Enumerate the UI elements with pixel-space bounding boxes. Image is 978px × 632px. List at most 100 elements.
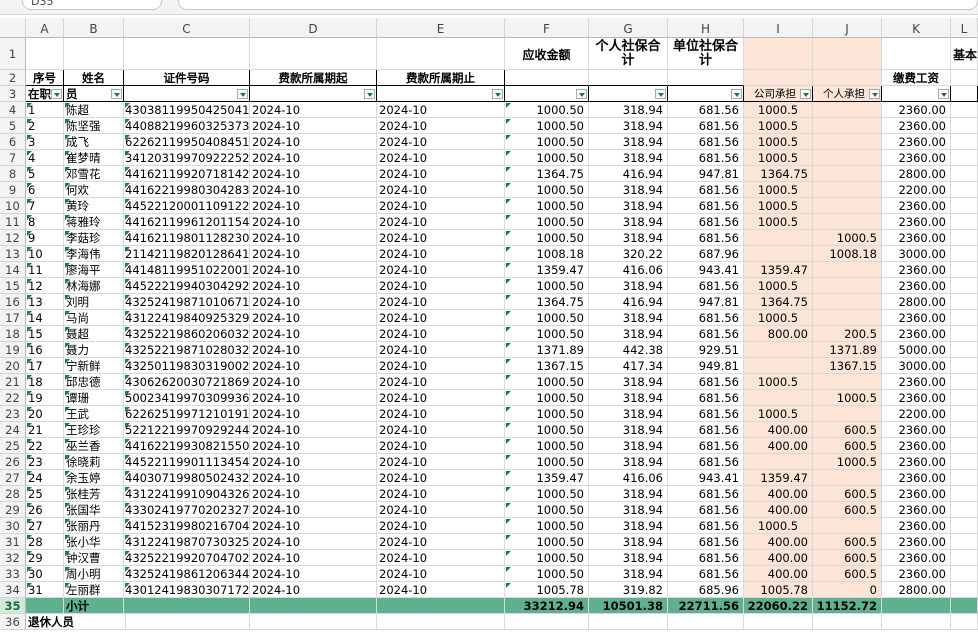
filter-dropdown-button[interactable] [51,89,62,99]
due-cell[interactable]: 1000.50 [505,502,589,518]
cell[interactable] [951,262,978,278]
company-cell[interactable]: 681.56 [668,118,744,134]
id-cell[interactable]: 500234199703099363 [124,390,250,406]
personal-cell[interactable]: 318.94 [589,150,668,166]
wage-cell[interactable]: 2360.00 [882,150,951,166]
name-cell[interactable]: 刘明 [64,294,124,310]
start-period-cell[interactable]: 2024-10 [250,470,377,486]
cell[interactable] [951,134,978,150]
cell[interactable] [744,614,813,630]
company-cell[interactable]: 685.96 [668,582,744,598]
company-cell[interactable]: 681.56 [668,566,744,582]
personal-cell[interactable]: 318.94 [589,134,668,150]
end-period-cell[interactable]: 2024-10 [377,166,505,182]
company-cell[interactable]: 681.56 [668,134,744,150]
name-cell[interactable]: 成飞 [64,134,124,150]
row-header[interactable]: 28 [0,486,26,502]
id-cell[interactable]: 440882199603253738 [124,118,250,134]
start-period-cell[interactable]: 2024-10 [250,518,377,534]
cell[interactable] [250,614,377,630]
header-cell[interactable] [951,70,978,86]
cell[interactable] [951,102,978,118]
personal-cell[interactable]: 320.22 [589,246,668,262]
personal-cell[interactable]: 318.94 [589,390,668,406]
company-cell[interactable]: 681.56 [668,534,744,550]
personal-share-cell[interactable]: 600.5 [813,502,882,518]
start-period-cell[interactable]: 2024-10 [250,454,377,470]
cell[interactable] [951,486,978,502]
id-cell[interactable]: 430124198303071723 [124,582,250,598]
id-cell[interactable]: 430626200307218690X [124,374,250,390]
personal-cell[interactable]: 318.94 [589,438,668,454]
personal-cell[interactable]: 318.94 [589,278,668,294]
wage-cell[interactable]: 2360.00 [882,278,951,294]
wage-cell[interactable]: 2360.00 [882,518,951,534]
due-cell[interactable]: 1000.50 [505,182,589,198]
company-share-cell[interactable]: 1364.75 [744,166,813,182]
company-share-cell[interactable]: 1359.47 [744,470,813,486]
id-cell[interactable]: 441621199207181426 [124,166,250,182]
due-cell[interactable]: 1000.50 [505,214,589,230]
company-share-cell[interactable] [744,358,813,374]
personal-share-cell[interactable]: 600.5 [813,550,882,566]
personal-share-cell[interactable]: 1367.15 [813,358,882,374]
personal-share-cell[interactable]: 1371.89 [813,342,882,358]
row-header[interactable]: 9 [0,182,26,198]
name-cell[interactable]: 何欢 [64,182,124,198]
column-header-h[interactable]: H [668,18,744,38]
cell[interactable] [813,614,882,630]
due-cell[interactable]: 1000.50 [505,566,589,582]
end-period-cell[interactable]: 2024-10 [377,134,505,150]
id-cell[interactable]: 433024197702023270 [124,502,250,518]
start-period-cell[interactable]: 2024-10 [250,294,377,310]
cell[interactable] [951,342,978,358]
start-period-cell[interactable]: 2024-10 [250,342,377,358]
row-header[interactable]: 24 [0,422,26,438]
end-period-cell[interactable]: 2024-10 [377,326,505,342]
company-cell[interactable]: 681.56 [668,406,744,422]
start-period-cell[interactable]: 2024-10 [250,438,377,454]
name-box[interactable]: D35 [22,0,162,10]
row-header[interactable]: 33 [0,566,26,582]
name-cell[interactable]: 邱忠德 [64,374,124,390]
row-header[interactable]: 11 [0,214,26,230]
end-period-cell[interactable]: 2024-10 [377,278,505,294]
due-cell[interactable]: 1000.50 [505,134,589,150]
end-period-cell[interactable]: 2024-10 [377,566,505,582]
cell[interactable] [951,278,978,294]
personal-cell[interactable]: 318.94 [589,310,668,326]
personal-cell[interactable]: 318.94 [589,550,668,566]
due-cell[interactable]: 1000.50 [505,118,589,134]
due-cell[interactable]: 1000.50 [505,102,589,118]
start-period-cell[interactable]: 2024-10 [250,214,377,230]
personal-share-cell[interactable]: 600.5 [813,486,882,502]
company-share-cell[interactable] [744,230,813,246]
cell[interactable] [951,502,978,518]
cell[interactable] [951,406,978,422]
company-share-cell[interactable]: 1000.5 [744,406,813,422]
personal-cell[interactable]: 318.94 [589,454,668,470]
company-share-cell[interactable] [744,246,813,262]
cell[interactable] [951,294,978,310]
cell[interactable] [951,230,978,246]
cell[interactable] [951,310,978,326]
cell[interactable] [951,198,978,214]
header-seq[interactable]: 序号 [26,70,64,86]
name-cell[interactable]: 王珍珍 [64,422,124,438]
end-period-cell[interactable]: 2024-10 [377,198,505,214]
total-cell[interactable] [124,598,250,614]
wage-cell[interactable]: 2360.00 [882,214,951,230]
wage-cell[interactable]: 2800.00 [882,582,951,598]
wage-cell[interactable]: 2800.00 [882,166,951,182]
wage-cell[interactable]: 2360.00 [882,134,951,150]
name-cell[interactable]: 李菇珍 [64,230,124,246]
row-header[interactable]: 20 [0,358,26,374]
due-cell[interactable]: 1364.75 [505,166,589,182]
personal-cell[interactable]: 417.34 [589,358,668,374]
cell[interactable] [951,518,978,534]
due-cell[interactable]: 1000.50 [505,422,589,438]
header-company[interactable]: 单位社保合计 [668,38,744,86]
name-cell[interactable]: 徐晓莉 [64,454,124,470]
total-cell[interactable] [377,598,505,614]
cell[interactable] [951,582,978,598]
